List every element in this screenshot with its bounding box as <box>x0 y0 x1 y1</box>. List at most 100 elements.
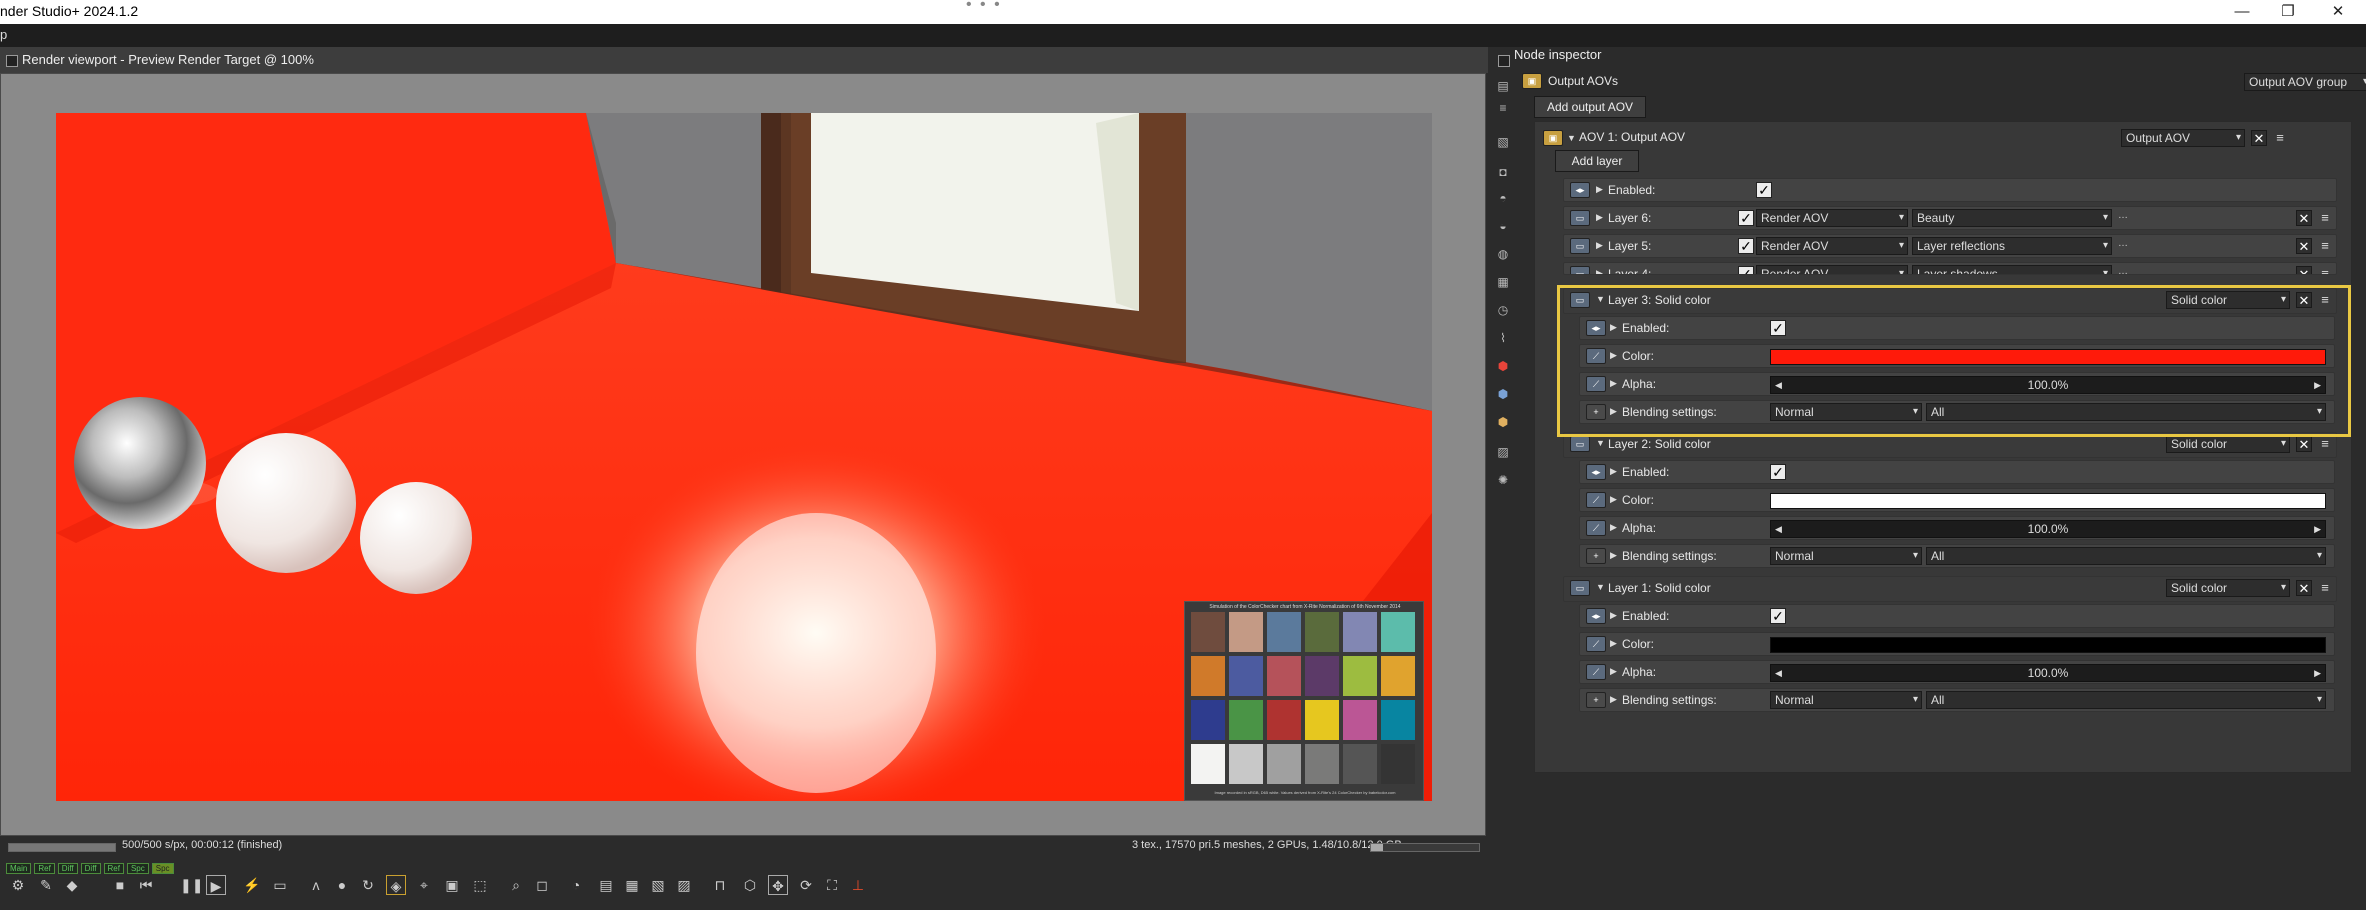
plus-icon[interactable]: + <box>1586 404 1606 420</box>
maximize-button[interactable]: ❐ <box>2268 1 2308 23</box>
increment-icon[interactable]: ▶ <box>2314 521 2321 537</box>
layer-type-select[interactable]: Render AOV <box>1756 237 1908 255</box>
material-icon[interactable]: ⬢ <box>1494 357 1512 375</box>
volume-icon[interactable]: ⬢ <box>1494 413 1512 431</box>
render-pass-chip[interactable]: Spc <box>126 863 149 874</box>
increment-icon[interactable]: ▶ <box>2314 665 2321 681</box>
plus-icon[interactable]: + <box>1586 548 1606 564</box>
remove-layer-icon[interactable]: ✕ <box>2296 436 2312 452</box>
axis-icon[interactable]: ⊥ <box>848 875 868 895</box>
blend-scope-select[interactable]: All <box>1926 691 2326 709</box>
remove-layer-icon[interactable]: ✕ <box>2296 266 2312 274</box>
image-icon[interactable]: ▧ <box>648 875 668 895</box>
camera-icon[interactable]: ▦ <box>622 875 642 895</box>
drag-handle-icon[interactable]: • • • <box>966 0 1002 14</box>
layer-type-select[interactable]: Solid color <box>2166 435 2290 453</box>
render-pass-chip[interactable]: Spc <box>151 863 174 874</box>
expand-icon[interactable]: ▶ <box>1596 268 1603 274</box>
layer-menu-icon[interactable]: ≡ <box>2318 238 2332 254</box>
increment-icon[interactable]: ▶ <box>2314 377 2321 393</box>
remove-layer-icon[interactable]: ✕ <box>2296 580 2312 596</box>
render-pass-chip[interactable]: Ref <box>103 863 124 874</box>
render-image[interactable]: Simulation of the ColorChecker chart fro… <box>56 113 1432 801</box>
alpha-slider[interactable]: ◀ 100.0% ▶ <box>1770 376 2326 394</box>
enabled-checkbox[interactable]: ✓ <box>1756 182 1772 198</box>
more-icon[interactable]: … <box>2118 266 2128 274</box>
alpha-slider[interactable]: ◀ 100.0% ▶ <box>1770 664 2326 682</box>
more-icon[interactable]: … <box>2118 238 2128 249</box>
expand-icon[interactable]: ▶ <box>1610 466 1617 477</box>
blend-mode-select[interactable]: Normal <box>1770 403 1922 421</box>
layer-menu-icon[interactable]: ≡ <box>2318 210 2332 226</box>
close-button[interactable]: ✕ <box>2318 1 2358 23</box>
expand-icon[interactable]: ▶ <box>1610 406 1617 417</box>
gauge-icon[interactable]: ◔ <box>566 875 586 895</box>
collapse-icon[interactable]: ▼ <box>1596 582 1605 592</box>
shape-icon[interactable]: ⬢ <box>1494 385 1512 403</box>
cube-icon[interactable]: ⬡ <box>740 875 760 895</box>
menu-item[interactable]: p <box>0 27 7 42</box>
decrement-icon[interactable]: ◀ <box>1775 377 1782 393</box>
expand-icon[interactable]: ▶ <box>1610 666 1617 677</box>
expand-icon[interactable]: ▶ <box>1610 378 1617 389</box>
blend-scope-select[interactable]: All <box>1926 403 2326 421</box>
af-icon[interactable]: ʌ <box>306 875 326 895</box>
minimize-button[interactable]: — <box>2222 1 2262 23</box>
expand-icon[interactable]: ▶ <box>1596 240 1603 251</box>
expand-icon[interactable]: ▶ <box>1610 610 1617 621</box>
layers-icon[interactable]: ▤ <box>596 875 616 895</box>
render-pass-chip[interactable]: Diff <box>57 863 78 874</box>
color-wheel-icon[interactable]: ● <box>332 875 352 895</box>
picture-icon[interactable]: ▨ <box>1494 443 1512 461</box>
add-output-aov-button[interactable]: Add output AOV <box>1534 96 1646 118</box>
viewport-canvas[interactable]: Simulation of the ColorChecker chart fro… <box>0 73 1486 836</box>
layer-enabled-checkbox[interactable]: ✓ <box>1738 210 1754 226</box>
clock-icon[interactable]: ◷ <box>1494 301 1512 319</box>
lock-icon[interactable]: ⊓ <box>710 875 730 895</box>
expand-icon[interactable]: ▶ <box>1596 184 1603 195</box>
layer-enabled-checkbox[interactable]: ✓ <box>1738 238 1754 254</box>
blend-mode-select[interactable]: Normal <box>1770 547 1922 565</box>
expand-icon[interactable]: ▶ <box>1610 550 1617 561</box>
render-pass-chip[interactable]: Diff <box>80 863 101 874</box>
lightning-icon[interactable]: ⚡ <box>242 875 262 895</box>
expand-icon[interactable]: ▶ <box>1610 638 1617 649</box>
orbit-icon[interactable]: ⟳ <box>796 875 816 895</box>
paint-icon[interactable]: ◍ <box>1494 245 1512 263</box>
pause-icon[interactable]: ❚❚ <box>180 875 203 895</box>
render-pass-chip[interactable]: Main <box>6 863 32 874</box>
layer-type-select[interactable]: Solid color <box>2166 579 2290 597</box>
refresh-icon[interactable]: ↻ <box>358 875 378 895</box>
remove-aov-icon[interactable]: ✕ <box>2251 130 2267 146</box>
layer-aov-select[interactable]: Layer reflections <box>1912 237 2112 255</box>
expand-icon[interactable]: ▶ <box>1610 494 1617 505</box>
mesh-icon[interactable]: ◓ <box>1494 189 1512 207</box>
render-pass-chip[interactable]: Ref <box>34 863 55 874</box>
alpha-slider[interactable]: ◀ 100.0% ▶ <box>1770 520 2326 538</box>
display-icon[interactable]: ▭ <box>270 875 290 895</box>
enabled-checkbox[interactable]: ✓ <box>1770 320 1786 336</box>
list-icon[interactable]: ≡ <box>1494 99 1512 117</box>
expand-icon[interactable]: ▶ <box>1610 522 1617 533</box>
aov-type-select[interactable]: Output AOV <box>2121 129 2245 147</box>
layer-type-select[interactable]: Render AOV <box>1756 209 1908 227</box>
layer-menu-icon[interactable]: ≡ <box>2318 436 2332 452</box>
play-icon[interactable]: ▶ <box>206 875 226 895</box>
expand-icon[interactable]: ▶ <box>1610 322 1617 333</box>
remove-layer-icon[interactable]: ✕ <box>2296 210 2312 226</box>
layer-menu-icon[interactable]: ≡ <box>2318 580 2332 596</box>
decrement-icon[interactable]: ◀ <box>1775 665 1782 681</box>
crop-icon[interactable]: ⬚ <box>470 875 490 895</box>
layer-type-select[interactable]: Render AOV <box>1756 265 1908 274</box>
aov-menu-icon[interactable]: ≡ <box>2273 130 2287 146</box>
grid-icon[interactable]: ▨ <box>674 875 694 895</box>
remove-layer-icon[interactable]: ✕ <box>2296 238 2312 254</box>
layer-aov-select[interactable]: Beauty <box>1912 209 2112 227</box>
frame-icon[interactable]: ◻ <box>532 875 552 895</box>
expand-icon[interactable]: ▶ <box>1596 212 1603 223</box>
more-icon[interactable]: … <box>2118 210 2128 221</box>
decrement-icon[interactable]: ◀ <box>1775 521 1782 537</box>
expand-icon[interactable]: ▶ <box>1610 350 1617 361</box>
color-swatch-field[interactable] <box>1770 493 2326 509</box>
layer-menu-icon[interactable]: ≡ <box>2318 266 2332 274</box>
